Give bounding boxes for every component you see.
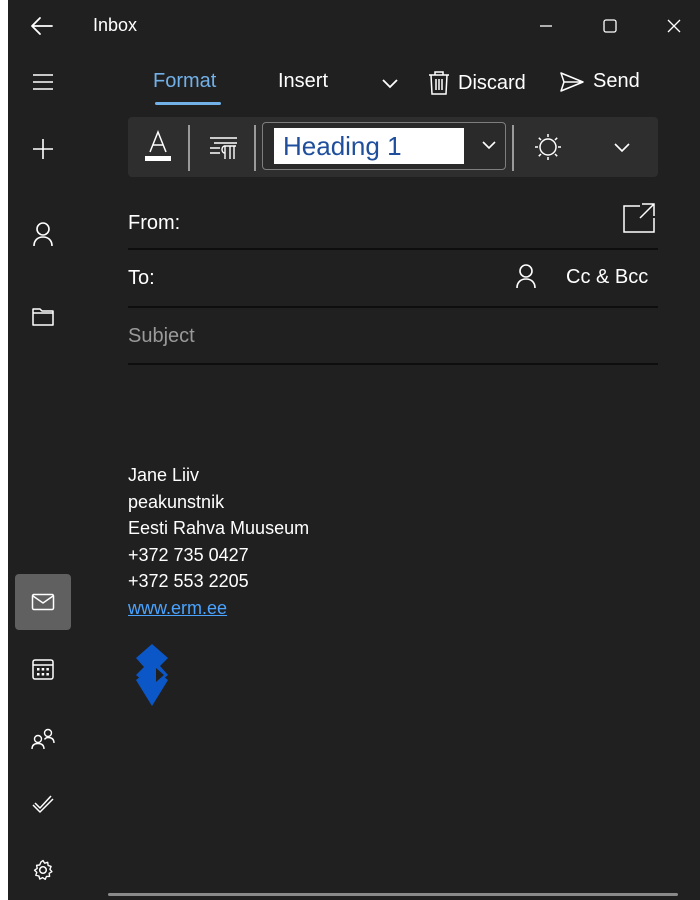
paragraph-format-button[interactable]	[204, 125, 244, 169]
sun-brightness-icon	[535, 134, 561, 160]
title-bar: Inbox	[8, 0, 700, 52]
new-mail-plus-icon	[33, 139, 53, 159]
mail-icon	[31, 593, 55, 611]
minimize-button[interactable]	[529, 12, 563, 40]
maximize-button[interactable]	[593, 12, 627, 40]
navigation-rail	[8, 52, 78, 900]
paragraph-style-value[interactable]: Heading 1	[274, 128, 464, 164]
back-button[interactable]	[26, 12, 58, 40]
pop-out-icon	[623, 203, 655, 233]
people-nav-button[interactable]	[15, 711, 71, 767]
signature-website-link[interactable]: www.erm.ee	[128, 598, 227, 618]
person-icon	[516, 264, 536, 289]
new-mail-button[interactable]	[15, 121, 71, 177]
toolbar-divider	[188, 125, 190, 171]
close-icon	[667, 19, 681, 33]
chevron-down-icon	[614, 143, 630, 153]
horizontal-scrollbar[interactable]	[108, 893, 678, 896]
tab-format-underline	[155, 102, 221, 105]
paragraph-format-icon	[210, 137, 237, 159]
format-toolbar: Heading 1	[128, 117, 658, 177]
tab-format[interactable]: Format	[153, 70, 216, 93]
theme-button[interactable]	[526, 125, 570, 169]
mail-nav-button[interactable]	[15, 574, 71, 630]
tab-insert[interactable]: Insert	[278, 70, 328, 93]
to-row[interactable]: To: Cc & Bcc	[128, 250, 658, 308]
people-icon	[31, 728, 55, 750]
signature-title: peakunstnik	[128, 491, 225, 512]
font-color-icon	[145, 130, 171, 161]
todo-check-icon	[32, 795, 54, 813]
cc-bcc-button[interactable]: Cc & Bcc	[566, 266, 648, 289]
discard-button[interactable]: Discard	[428, 70, 526, 96]
more-formatting-button[interactable]	[602, 125, 642, 169]
discard-label: Discard	[458, 71, 526, 94]
toolbar-divider	[512, 125, 514, 171]
person-icon	[33, 222, 53, 247]
paragraph-style-chevron[interactable]	[479, 135, 499, 155]
folder-icon	[32, 308, 54, 326]
signature-name: Jane Liiv	[128, 465, 200, 485]
send-icon	[560, 71, 584, 92]
erm-logo	[136, 644, 168, 706]
contacts-picker-button[interactable]	[514, 263, 538, 289]
toolbar-divider	[254, 125, 256, 171]
close-button[interactable]	[657, 12, 691, 40]
todo-nav-button[interactable]	[15, 775, 71, 831]
font-color-button[interactable]	[140, 125, 176, 169]
paragraph-style-dropdown[interactable]: Heading 1	[262, 122, 506, 170]
back-arrow-icon	[31, 17, 53, 35]
hamburger-menu-icon	[33, 74, 53, 90]
accounts-button[interactable]	[15, 206, 71, 262]
calendar-nav-button[interactable]	[15, 641, 71, 697]
trash-icon	[429, 71, 449, 95]
settings-gear-icon	[33, 859, 53, 880]
menu-button[interactable]	[15, 54, 71, 110]
email-signature[interactable]: Jane Liiv peakunstnik Eesti Rahva Muuseu…	[128, 462, 528, 621]
window-title: Inbox	[93, 15, 138, 35]
signature-phone-1: +372 735 0427	[128, 544, 249, 565]
mail-compose-window: Inbox Format Insert Discard Send Heading…	[8, 0, 700, 900]
pop-out-button[interactable]	[622, 202, 656, 234]
folders-button[interactable]	[15, 288, 71, 344]
from-label: From:	[128, 212, 181, 234]
send-button[interactable]: Send	[559, 70, 640, 93]
maximize-icon	[603, 19, 617, 33]
more-tabs-button[interactable]	[381, 76, 399, 90]
tab-format-label: Format	[153, 70, 217, 92]
calendar-icon	[32, 659, 54, 680]
to-label: To:	[128, 267, 155, 289]
send-label: Send	[593, 70, 640, 92]
from-row[interactable]: From:	[128, 192, 658, 250]
signature-organization: Eesti Rahva Muuseum	[128, 518, 310, 538]
minimize-icon	[540, 25, 552, 27]
subject-row[interactable]: Subject	[128, 307, 658, 365]
subject-input[interactable]: Subject	[128, 325, 195, 348]
chevron-down-icon	[482, 141, 496, 150]
chevron-down-icon	[382, 79, 398, 89]
tab-insert-label: Insert	[278, 70, 329, 92]
signature-phone-2: +372 553 2205	[128, 571, 249, 591]
settings-nav-button[interactable]	[15, 842, 71, 898]
